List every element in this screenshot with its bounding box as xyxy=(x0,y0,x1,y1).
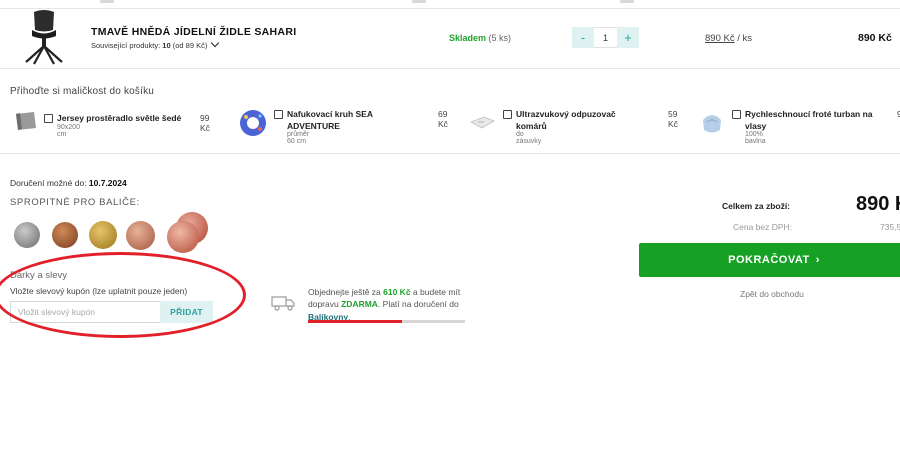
addon-price: 69 Kč xyxy=(438,109,448,129)
ship-free: ZDARMA xyxy=(341,299,378,310)
unit-price: 890 Kč / ks xyxy=(705,33,752,44)
coupon-form: PŘIDAT xyxy=(10,301,213,323)
delivery-date: Doručení možné do: 10.7.2024 xyxy=(10,178,127,188)
addon-checkbox[interactable] xyxy=(732,110,741,119)
addon-desc: do zásuvky xyxy=(516,131,542,145)
total-value: 890 Kč xyxy=(856,193,900,215)
unit-suffix: / ks xyxy=(734,33,752,44)
continue-label: POKRAČOVAT xyxy=(728,254,810,266)
top-marker xyxy=(100,0,114,3)
tip-heading: SPROPITNÉ PRO BALIČE: xyxy=(10,197,140,208)
divider xyxy=(0,153,900,154)
repeller-thumbnail xyxy=(470,116,495,129)
swim-ring-thumbnail xyxy=(240,110,266,136)
delivery-label: Doručení možné do: xyxy=(10,178,89,188)
free-shipping-message: Objednejte ještě za 610 Kč a budete mít … xyxy=(308,286,478,323)
product-title[interactable]: TMAVĚ HNĚDÁ JÍDELNÍ ŽIDLE SAHARI xyxy=(91,26,296,38)
vat-value: 735,54 Kč xyxy=(880,222,900,232)
addon-name[interactable]: Jersey prostěradlo světle šedé xyxy=(57,112,197,124)
ship-amount: 610 Kč xyxy=(383,287,411,297)
total-label: Celkem za zboží: xyxy=(722,201,791,211)
addon-checkbox[interactable] xyxy=(44,114,53,123)
truck-icon xyxy=(271,296,295,311)
related-prefix: Související produkty: xyxy=(91,41,163,50)
related-count: 10 xyxy=(162,41,171,50)
coin-2-icon[interactable] xyxy=(52,222,78,248)
addon-price: 99 Kč xyxy=(200,113,210,133)
addon-name[interactable]: Ultrazvukový odpuzovač komárů xyxy=(516,108,641,132)
addon-price: 59 Kč xyxy=(668,109,678,129)
ship-t3: . Platí na doručení do xyxy=(377,299,459,310)
chair-product-image[interactable] xyxy=(20,8,68,66)
add-coupon-button[interactable]: PŘIDAT xyxy=(160,301,213,323)
related-products[interactable]: Související produkty: 10 (od 89 Kč) xyxy=(91,38,220,50)
decrease-button[interactable]: - xyxy=(572,27,594,48)
vat-label: Cena bez DPH: xyxy=(733,222,793,232)
addon-name[interactable]: Nafukovací kruh SEA ADVENTURE xyxy=(287,108,407,132)
divider xyxy=(0,68,900,69)
stock-label: Skladem xyxy=(449,33,487,43)
stock-count: (5 ks) xyxy=(488,33,512,43)
quantity-stepper: - 1 + xyxy=(572,27,639,48)
related-suffix: (od 89 Kč) xyxy=(170,41,208,50)
addon-desc: 90x200 cm xyxy=(57,124,80,138)
coin-1-icon[interactable] xyxy=(14,222,40,248)
addon-name[interactable]: Rychleschnoucí froté turban na vlasy xyxy=(745,108,890,132)
top-marker xyxy=(620,0,634,3)
coupon-label: Vložte slevový kupón (lze uplatnit pouze… xyxy=(10,286,188,296)
ship-t1: Objednejte ještě za xyxy=(308,287,384,297)
shipping-progress-fill xyxy=(308,320,403,323)
addon-desc: 100% bavlna xyxy=(745,131,766,145)
increase-button[interactable]: + xyxy=(617,27,639,48)
coin-3-icon[interactable] xyxy=(89,221,117,249)
addon-checkbox[interactable] xyxy=(503,110,512,119)
chevron-right-icon: › xyxy=(815,254,820,266)
delivery-date-value: 10.7.2024 xyxy=(88,178,127,188)
unit-price-amount: 890 Kč xyxy=(705,33,735,44)
stock-status: Skladem (5 ks) xyxy=(449,33,511,43)
addons-heading: Přihoďte si maličkost do košíku xyxy=(10,86,155,97)
coupon-input[interactable] xyxy=(10,301,160,323)
bedsheet-thumbnail xyxy=(16,112,36,130)
chevron-down-icon[interactable] xyxy=(211,38,220,48)
divider xyxy=(0,8,900,9)
addon-checkbox[interactable] xyxy=(274,110,283,119)
gifts-heading: Dárky a slevy xyxy=(10,270,68,281)
turban-thumbnail xyxy=(703,115,721,133)
addon-desc: průměr 60 cm xyxy=(287,131,310,145)
coin-4-icon[interactable] xyxy=(126,221,155,250)
continue-button[interactable]: POKRAČOVAT › xyxy=(639,243,900,277)
quantity-value[interactable]: 1 xyxy=(594,27,617,48)
top-marker xyxy=(412,0,426,3)
shipping-progress-bar xyxy=(308,320,465,323)
coin-5-icon[interactable] xyxy=(167,221,199,253)
row-total: 890 Kč xyxy=(858,32,892,44)
back-to-shop-link[interactable]: Zpět do obchodu xyxy=(740,289,804,299)
